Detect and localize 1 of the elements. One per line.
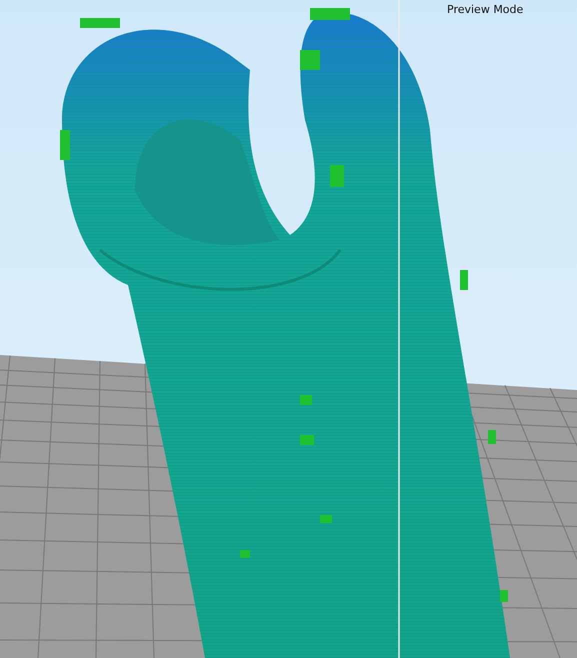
mode-label: Preview Mode [447, 3, 524, 16]
